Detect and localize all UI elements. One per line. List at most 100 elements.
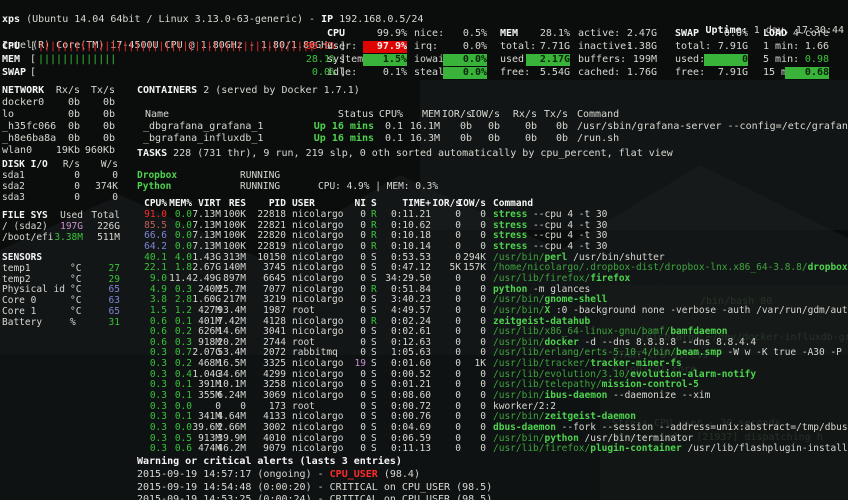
stat-label: cached: (578, 67, 620, 79)
stat-value: 7.91G (718, 41, 748, 53)
col-header: Status (338, 109, 374, 121)
amp-status: RUNNING (240, 182, 280, 193)
stat-value: 0.68 (785, 67, 829, 79)
stat-value: 0.98 (805, 54, 829, 66)
stat-label: nice: (414, 28, 444, 40)
stat-value: 0.0% (443, 67, 487, 79)
mount-point: /boot/efi (2, 233, 53, 244)
mem-value: 16.1M (410, 121, 440, 133)
col-header: IOR/s (442, 109, 472, 121)
stat-label: 1 min: (763, 41, 799, 53)
io-read: 0 (455, 444, 461, 455)
bar-bracket: [ (30, 54, 36, 66)
stat-value: 5.54G (540, 67, 570, 79)
stat-value: 4-core (793, 28, 829, 40)
stat-value: 1.38G (627, 41, 657, 53)
stat-label: free: (500, 67, 530, 79)
rx-value: 0b (68, 97, 80, 109)
alerts-title-text: Warning or critical alerts (lasts 3 entr… (137, 456, 402, 468)
col-header: Tx/s (544, 109, 568, 121)
alert-text: 2015-09-19 14:57:17 (ongoing) - CPU_USER… (137, 469, 420, 481)
write-value: 0 (112, 193, 118, 204)
tx-value: 0b (103, 97, 115, 109)
stat-label: buffers: (578, 54, 626, 66)
status-badge: Up 16 mins (314, 121, 374, 133)
container-name: _bgrafana_influxdb_1 (143, 133, 263, 145)
state: S (371, 444, 377, 455)
stat-value: 0.0% (443, 54, 487, 66)
stat-value: 99.9% (377, 28, 407, 40)
hostname: xps (2, 14, 20, 25)
stat-value: 0.1% (383, 67, 407, 79)
command: /usr/lib/firefox/plugin-container /usr/l… (493, 444, 848, 455)
mem-percent: 0.6 (175, 444, 192, 455)
stat-value: 1.76G (627, 67, 657, 79)
iow-value: 0b (488, 121, 500, 133)
mem-bar-label: MEM (2, 54, 20, 66)
stat-label: total: (500, 41, 536, 53)
col-header: Name (145, 109, 169, 121)
interface-name: wlan0 (2, 145, 32, 157)
stat-label: MEM (500, 28, 518, 40)
sensor-name: Battery (2, 318, 42, 329)
used-value: 3.38M (54, 233, 83, 244)
status-badge: Up 16 mins (314, 133, 374, 145)
stat-value: 0.5% (463, 28, 487, 40)
nice: 0 (360, 444, 366, 455)
col-header: Command (577, 109, 619, 121)
bar-fill: ||||||||||||||||||||||||||||||||||||||||… (38, 41, 315, 53)
terminal-window[interactable]: /bin/bash 80[nicolargo ~/dev/docker-infl… (0, 0, 848, 500)
rx-value: 0b (68, 109, 80, 121)
cpu-value: 0.1 (385, 133, 403, 145)
mem-value: 16.3M (410, 133, 440, 145)
tasks-text: 228 (731 thr), 9 run, 219 slp, 0 oth sor… (167, 148, 673, 160)
stat-value: 28.1% (540, 28, 570, 40)
stat-value: 7.71G (540, 41, 570, 53)
stat-value: 0.0% (463, 41, 487, 53)
res: 46.2M (217, 444, 246, 455)
stat-label: LOAD (763, 28, 787, 40)
rx-value: 19Kb (56, 145, 80, 157)
stat-value: 2.47G (627, 28, 657, 40)
stat-label: irq: (414, 41, 438, 53)
stat-value: 1.5% (363, 54, 407, 66)
total-value: 511M (97, 233, 120, 244)
bar-fill: ||||||||||||| (38, 54, 116, 66)
containers-label: CONTAINERS (137, 85, 197, 97)
stat-label: idle: (327, 67, 357, 79)
stat-value: 97.9% (363, 41, 407, 53)
container-name: _dbgrafana_grafana_1 (143, 121, 263, 133)
col-rx: Rx/s (56, 85, 80, 97)
container-command: /run.sh (577, 133, 619, 145)
tasks-label: TASKS (137, 148, 167, 160)
tx-value: 960Kb (85, 145, 115, 157)
stat-label: free: (675, 67, 705, 79)
stat-value: 0 (704, 54, 748, 66)
amp-name: Python (137, 182, 171, 193)
bar-bracket: [ (30, 67, 36, 79)
col-header: Rx/s (513, 109, 537, 121)
tx-value: 0b (556, 121, 568, 133)
iow-value: 0b (488, 133, 500, 145)
stat-label: CPU (327, 28, 345, 40)
stat-label: user: (327, 41, 357, 53)
stat-label: active: (578, 28, 620, 40)
tx-value: 0b (103, 133, 115, 145)
stat-label: total: (675, 41, 711, 53)
stat-label: inactive: (578, 41, 632, 53)
col-header: CPU% (379, 109, 403, 121)
rx-value: 0b (525, 133, 537, 145)
stat-value: 199M (633, 54, 657, 66)
disk-name: sda3 (2, 193, 25, 204)
container-command: /usr/sbin/grafana-server --config=/etc/g… (577, 121, 848, 133)
containers-subtitle: 2 (served by Docker 1.7.1) (197, 85, 360, 97)
read-value: 0 (74, 193, 80, 204)
user: nicolargo (292, 444, 343, 455)
col-header: IOW/s (470, 109, 500, 121)
tx-value: 0b (103, 121, 115, 133)
interface-name: docker0 (2, 97, 44, 109)
rx-value: 0b (68, 121, 80, 133)
network-title: NETWORK (2, 85, 44, 97)
rx-value: 0b (525, 121, 537, 133)
cpu-percent: 0.3 (150, 444, 167, 455)
